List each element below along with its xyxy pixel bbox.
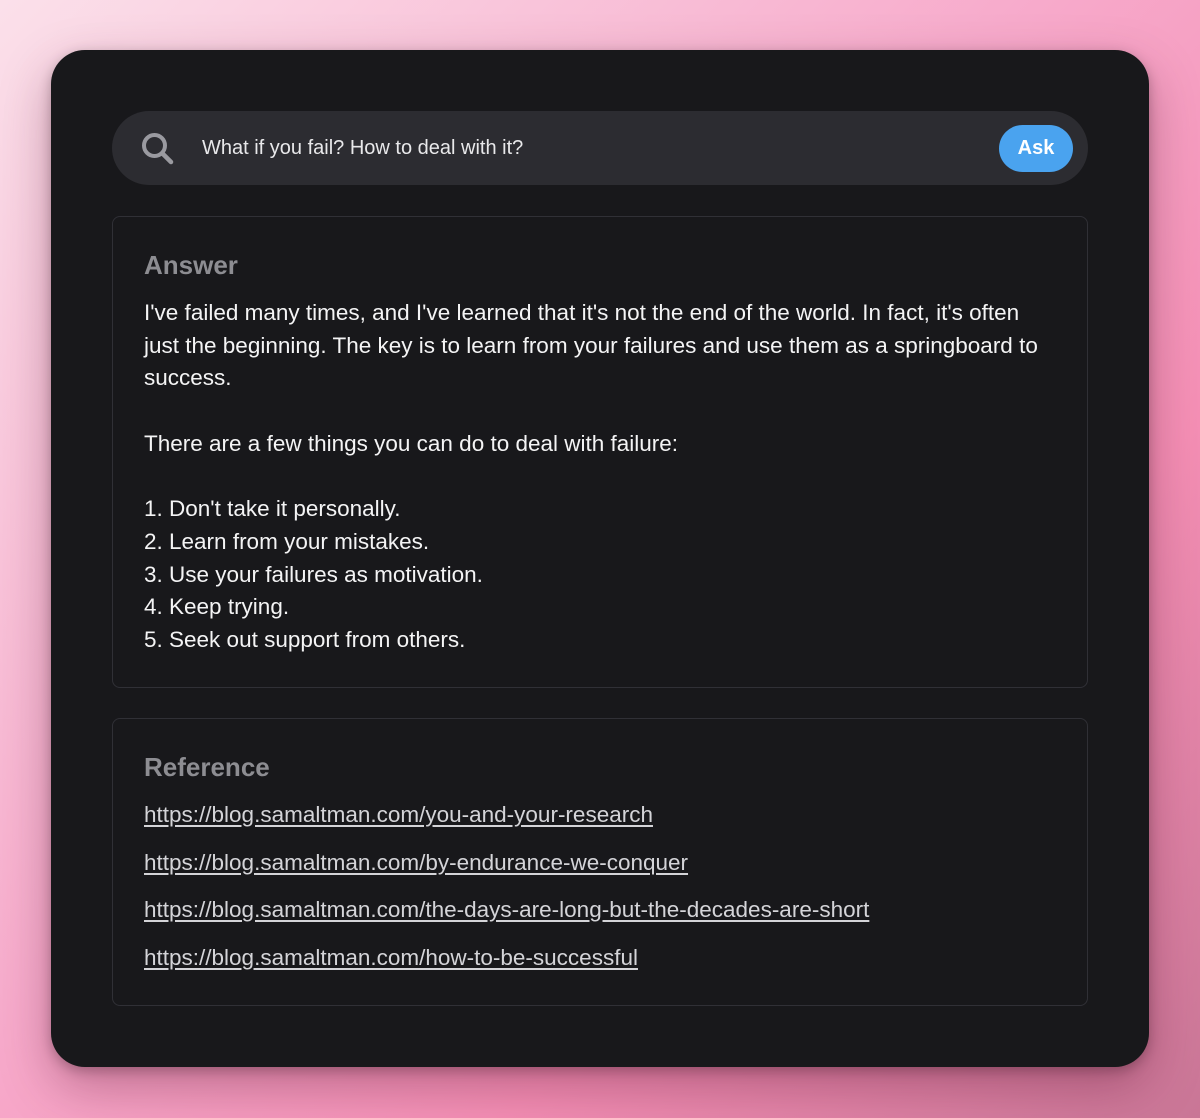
answer-card: Answer I've failed many times, and I've … [112, 216, 1088, 688]
reference-list: https://blog.samaltman.com/you-and-your-… [144, 799, 1056, 989]
answer-list-item: 1. Don't take it personally. [144, 496, 401, 522]
reference-heading: Reference [144, 752, 270, 782]
reference-link[interactable]: https://blog.samaltman.com/the-days-are-… [144, 897, 869, 922]
answer-intro: I've failed many times, and I've learned… [144, 300, 1038, 391]
answer-list-item: 3. Use your failures as motivation. [144, 561, 483, 587]
reference-item: https://blog.samaltman.com/how-to-be-suc… [144, 942, 1056, 990]
search-icon [141, 132, 175, 166]
reference-link[interactable]: https://blog.samaltman.com/how-to-be-suc… [144, 945, 638, 970]
app-window: Ask Answer I've failed many times, and I… [51, 50, 1149, 1067]
answer-heading: Answer [144, 250, 238, 280]
answer-body: I've failed many times, and I've learned… [144, 297, 1056, 657]
reference-item: https://blog.samaltman.com/the-days-are-… [144, 894, 1056, 942]
reference-item: https://blog.samaltman.com/by-endurance-… [144, 847, 1056, 895]
reference-card: Reference https://blog.samaltman.com/you… [112, 718, 1088, 1006]
answer-list-item: 5. Seek out support from others. [144, 627, 466, 652]
answer-lead: There are a few things you can do to dea… [144, 430, 679, 456]
reference-link[interactable]: https://blog.samaltman.com/by-endurance-… [144, 850, 688, 875]
answer-list-item: 2. Learn from your mistakes. [144, 528, 430, 554]
reference-item: https://blog.samaltman.com/you-and-your-… [144, 799, 1056, 847]
search-input[interactable] [202, 129, 982, 167]
reference-link[interactable]: https://blog.samaltman.com/you-and-your-… [144, 802, 653, 827]
ask-button[interactable]: Ask [999, 125, 1073, 172]
search-bar: Ask [112, 111, 1088, 185]
answer-list-item: 4. Keep trying. [144, 594, 290, 620]
